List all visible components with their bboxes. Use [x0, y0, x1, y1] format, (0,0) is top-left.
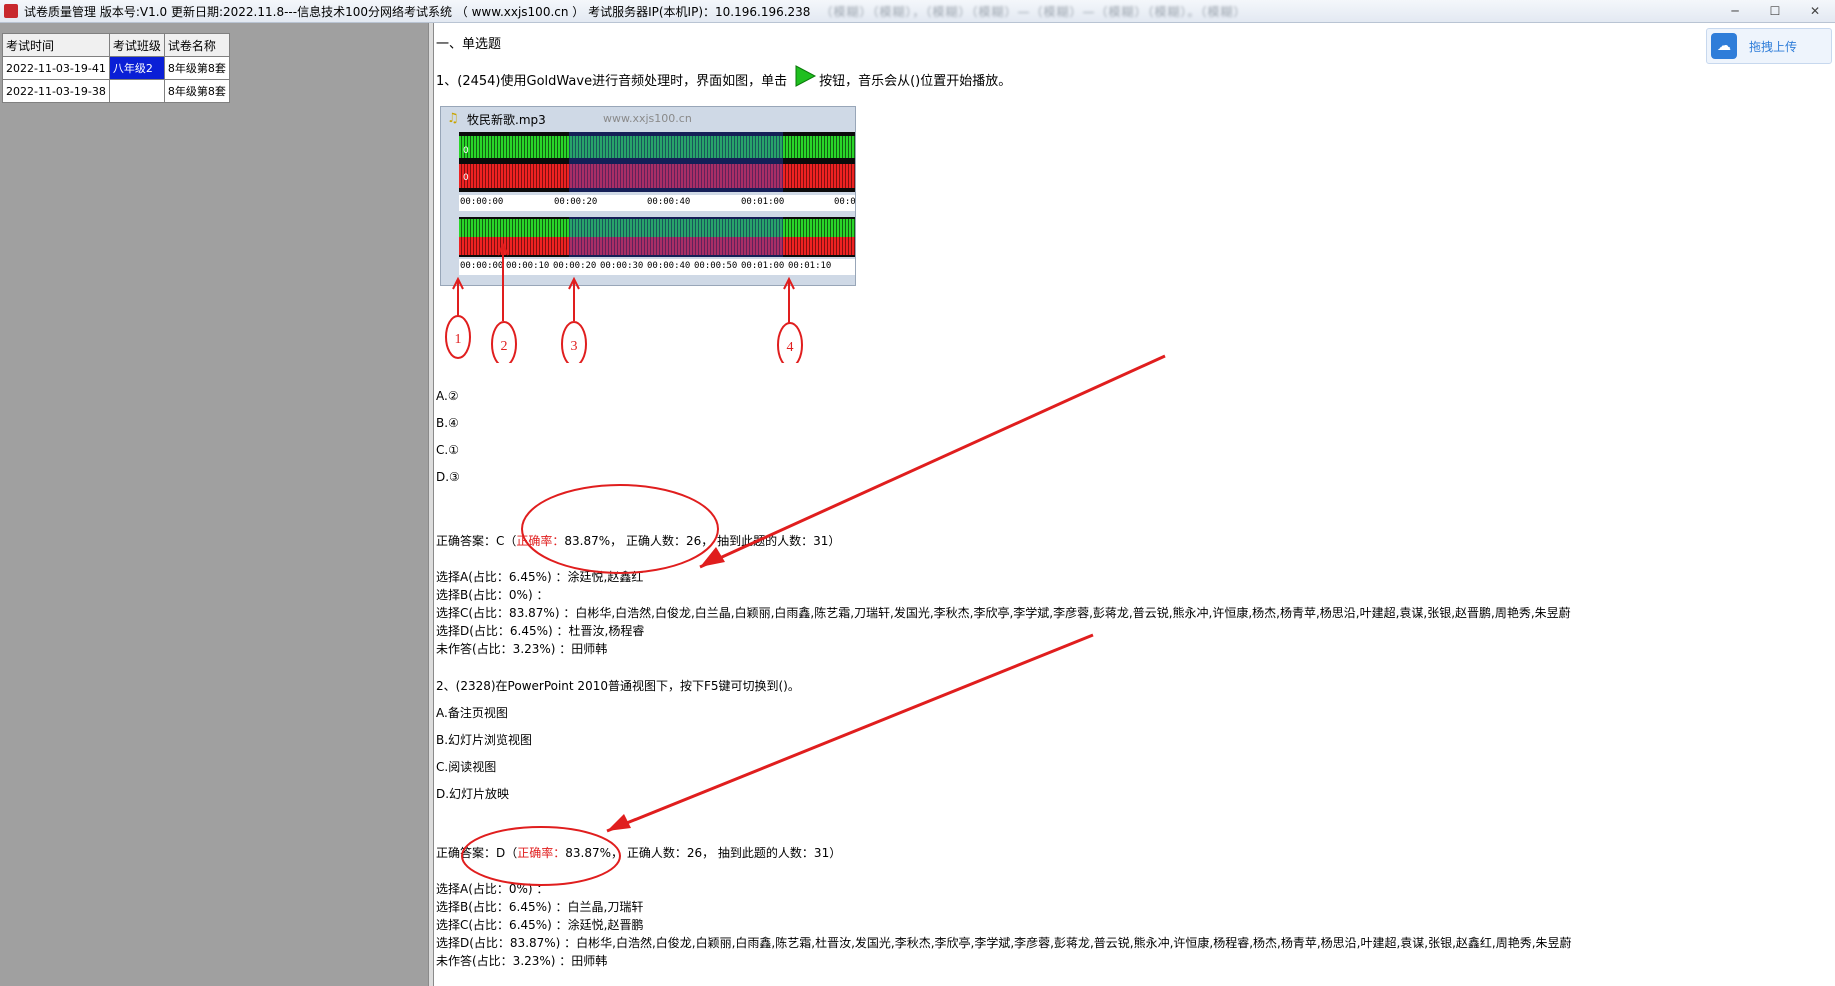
audio-filename: 牧民新歌.mp3: [467, 113, 546, 127]
cell-paper[interactable]: 8年级第8套: [163, 56, 230, 80]
callout-label: 3: [571, 339, 578, 354]
column-header-time[interactable]: 考试时间: [2, 33, 110, 57]
time-ruler-top: 00:00:00 00:00:20 00:00:40 00:01:00 00:0: [459, 195, 856, 211]
waveform-bottom: [459, 217, 855, 257]
panel-splitter[interactable]: [428, 23, 434, 986]
q1-stat-a: 选择A(占比：6.45%) ：涂廷悦,赵鑫红: [436, 570, 644, 584]
maximize-icon[interactable]: ☐: [1755, 0, 1795, 22]
q1-stat-none: 未作答(占比：3.23%) ：田师韩: [436, 642, 608, 656]
column-header-class[interactable]: 考试班级: [108, 33, 165, 57]
close-icon[interactable]: ✕: [1795, 0, 1835, 22]
q1-stem-after: 按钮，音乐会从()位置开始播放。: [819, 74, 1012, 89]
q2-stat-none: 未作答(占比：3.23%) ：田师韩: [436, 954, 608, 968]
q2-stat-a: 选择A(占比：0%) ：: [436, 882, 549, 896]
table-header-row: 考试时间 考试班级 试卷名称: [2, 33, 230, 57]
q1-option-a: A.②: [436, 389, 459, 403]
q2-answer-line: 正确答案：D（正确率：83.87%， 正确人数：26， 抽到此题的人数：31）: [436, 846, 842, 860]
q2-option-a: A.备注页视图: [436, 706, 508, 720]
cell-class[interactable]: [108, 79, 165, 103]
upload-label: 拖拽上传: [1749, 39, 1798, 54]
q2-stat-d: 选择D(占比：83.87%) ：白彬华,白浩然,白俊龙,白颖丽,白雨鑫,陈艺霜,…: [436, 936, 1572, 950]
callout-label: 1: [455, 332, 462, 347]
window-titlebar: 试卷质量管理 版本号:V1.0 更新日期:2022.11.8---信息技术100…: [0, 0, 1835, 23]
music-file-icon: ♫: [447, 111, 459, 126]
q2-rate-value: 83.87%: [565, 846, 612, 860]
q2-stat-c: 选择C(占比：6.45%) ：涂廷悦,赵晋鹏: [436, 918, 644, 932]
q2-option-c: C.阅读视图: [436, 760, 497, 774]
cell-paper[interactable]: 8年级第8套: [163, 79, 230, 103]
question-analysis-view: 一、单选题 1、(2454)使用GoldWave进行音频处理时，界面如图，单击 按…: [436, 23, 1835, 986]
goldwave-screenshot: ♫ 牧民新歌.mp3 www.xxjs100.cn 0 0 00:00:00 0…: [440, 106, 856, 286]
q1-rate-label: 正确率：: [516, 534, 565, 548]
cloud-upload-icon: ☁: [1711, 33, 1737, 59]
cell-class-selected[interactable]: 八年级2: [108, 56, 165, 80]
q1-option-d: D.③: [436, 470, 460, 484]
q1-answer-line: 正确答案：C（正确率：83.87%， 正确人数：26， 抽到此题的人数：31）: [436, 534, 841, 548]
exam-table: 考试时间 考试班级 试卷名称 2022-11-03-19-41 八年级2 8年级…: [2, 33, 230, 103]
section-title: 一、单选题: [436, 37, 502, 52]
cell-time[interactable]: 2022-11-03-19-41: [2, 56, 110, 80]
callout-label: 2: [501, 339, 508, 354]
table-row[interactable]: 2022-11-03-19-41 八年级2 8年级第8套: [2, 56, 230, 80]
play-button-icon: [787, 63, 819, 91]
table-row[interactable]: 2022-11-03-19-38 8年级第8套: [2, 79, 230, 103]
q1-option-c: C.①: [436, 443, 459, 457]
minimize-icon[interactable]: ─: [1715, 0, 1755, 22]
window-controls: ─ ☐ ✕: [1715, 0, 1835, 22]
q2-stem: 2、(2328)在PowerPoint 2010普通视图下，按下F5键可切换到(…: [436, 679, 800, 693]
q2-rate-label: 正确率：: [517, 846, 566, 860]
q1-stat-b: 选择B(占比：0%) ：: [436, 588, 549, 602]
q2-stat-b: 选择B(占比：6.45%) ：白兰晶,刀瑞轩: [436, 900, 644, 914]
window-title: 试卷质量管理 版本号:V1.0 更新日期:2022.11.8---信息技术100…: [24, 4, 811, 19]
column-header-paper[interactable]: 试卷名称: [163, 33, 230, 57]
callout-label: 4: [787, 340, 794, 355]
q1-rate-value: 83.87%: [564, 534, 611, 548]
exam-list-panel: 考试时间 考试班级 试卷名称 2022-11-03-19-41 八年级2 8年级…: [0, 23, 428, 986]
zero-label: 0: [463, 146, 469, 156]
q1-option-b: B.④: [436, 416, 459, 430]
watermark: www.xxjs100.cn: [603, 112, 692, 125]
app-icon: [4, 4, 18, 18]
window-title-blurred: （模糊）（模糊），（模糊）（模糊）—（模糊）—（模糊）（模糊）。（模糊）: [820, 4, 1247, 19]
q1-stem-before: 1、(2454)使用GoldWave进行音频处理时，界面如图，单击: [436, 74, 788, 89]
q1-stat-d: 选择D(占比：6.45%) ：杜晋汝,杨程睿: [436, 624, 645, 638]
q2-option-d: D.幻灯片放映: [436, 787, 510, 801]
q2-option-b: B.幻灯片浏览视图: [436, 733, 533, 747]
upload-button[interactable]: ☁ 拖拽上传: [1706, 28, 1832, 64]
cell-time[interactable]: 2022-11-03-19-38: [2, 79, 110, 103]
waveform-top: 0 0: [459, 132, 855, 192]
zero-label: 0: [463, 173, 469, 183]
q1-stat-c: 选择C(占比：83.87%) ：白彬华,白浩然,白俊龙,白兰晶,白颖丽,白雨鑫,…: [436, 606, 1571, 620]
q1-stem: 1、(2454)使用GoldWave进行音频处理时，界面如图，单击 按钮，音乐会从…: [436, 63, 1011, 91]
time-ruler-bottom: 00:00:00 00:00:10 00:00:20 00:00:30 00:0…: [459, 259, 855, 275]
